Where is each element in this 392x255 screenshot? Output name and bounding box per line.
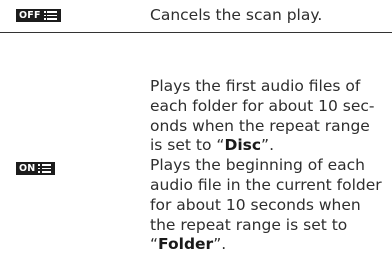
scan-off-description: Cancels the scan play. <box>150 6 323 24</box>
scan-off-icon: OFF <box>16 9 61 22</box>
list-lines-icon <box>38 164 52 173</box>
description-text: ”. <box>213 235 227 254</box>
table-row-scan-off: OFF Cancels the scan play. <box>0 0 392 32</box>
scan-on-description-folder: Plays the beginning of each audio file i… <box>150 156 386 255</box>
description-text: ”. <box>261 136 275 155</box>
disc-term: Disc <box>224 136 262 155</box>
scan-off-icon-label: OFF <box>19 10 41 21</box>
list-lines-icon <box>43 11 57 20</box>
folder-term: Folder <box>158 235 214 254</box>
scan-on-icon: ON <box>16 162 55 175</box>
scan-on-description: Plays the first audio files of each fold… <box>150 77 386 255</box>
scan-mode-table: OFF Cancels the scan play. ON Plays the … <box>0 0 392 253</box>
scan-on-icon-label: ON <box>19 163 36 174</box>
table-row-scan-on: ON Plays the first audio files of each f… <box>0 32 392 253</box>
scan-on-description-disc: Plays the first audio files of each fold… <box>150 77 386 156</box>
